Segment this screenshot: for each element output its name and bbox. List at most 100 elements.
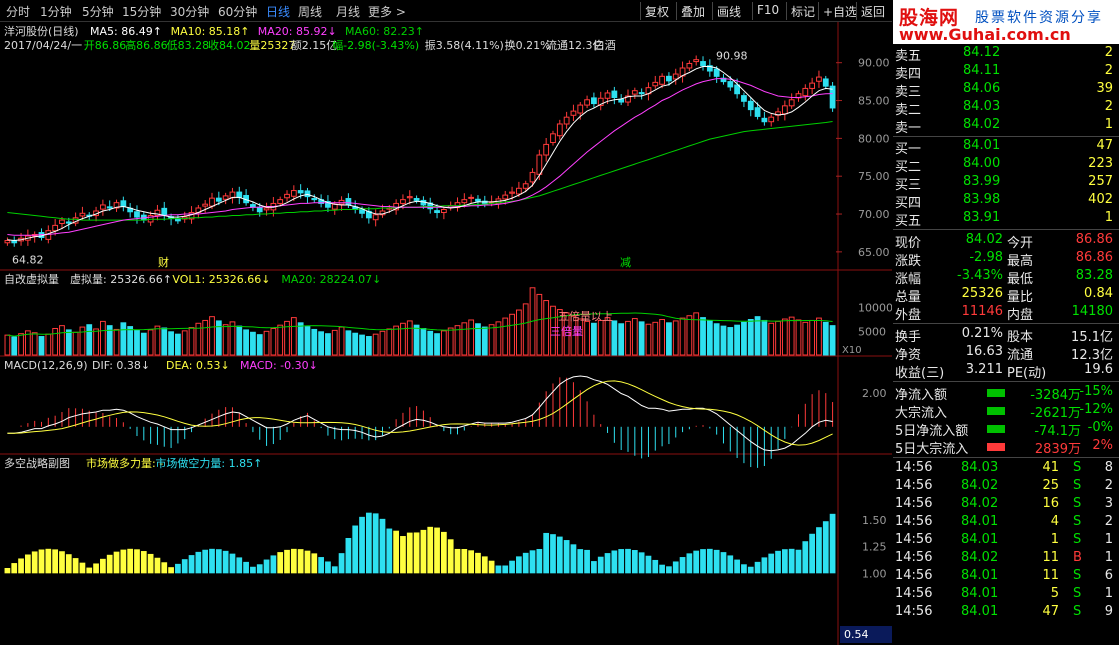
ask-level[interactable]: 卖一 84.02 1 [893,117,1119,136]
strength-bar [468,550,475,574]
period-tab[interactable]: 更多 > [368,3,406,20]
stats-row[interactable]: 收益(三) 3.211 PE(动) 19.6 [893,362,1119,381]
tick-row[interactable]: 14:56 84.03 41 S 8 [893,460,1119,478]
volume-bar [236,325,243,356]
bid-level[interactable]: 买四 83.98 402 [893,192,1119,211]
volume-bar [4,334,11,356]
candle-body [359,208,365,214]
tick-row[interactable]: 14:56 84.01 4 S 2 [893,514,1119,532]
volume-bar [652,321,659,356]
period-tab[interactable]: 周线 [298,3,322,20]
period-tab[interactable]: 60分钟 [218,3,257,20]
quote-row[interactable]: 总量 25326 量比 0.84 [893,286,1119,305]
candle-body [65,221,72,224]
stats-row[interactable]: 换手 0.21% 股本 15.1亿 [893,326,1119,345]
volume-bar [502,317,509,356]
quote-row[interactable]: 现价 84.02 今开 86.86 [893,232,1119,251]
toolbar-button[interactable]: 画线 [712,2,745,20]
strength-bar [536,548,543,574]
ask-level[interactable]: 卖五 84.12 2 [893,45,1119,64]
toolbar-button[interactable]: F10 [752,2,783,20]
stats-label: 换手 [895,330,922,345]
volume-bar [270,327,277,356]
tick-row[interactable]: 14:56 84.01 1 S 1 [893,532,1119,550]
toolbar-button[interactable]: 返回 [856,2,889,20]
volume-legend-item: 虚拟量: 25326.66↑ [70,272,172,286]
tick-row[interactable]: 14:56 84.02 25 S 2 [893,478,1119,496]
toolbar-button[interactable]: 复权 [640,2,673,20]
capital-flow-row[interactable]: 5日大宗流入 2839万 2% [893,438,1119,457]
quote-row[interactable]: 外盘 11146 内盘 14180 [893,304,1119,323]
capital-flow-row[interactable]: 净流入额 -3284万 -15% [893,384,1119,403]
flow-label: 5日净流入额 [895,424,969,439]
volume-bar [120,322,127,356]
strength-bar [331,566,338,574]
bid-level[interactable]: 买一 84.01 47 [893,138,1119,157]
tick-row[interactable]: 14:56 84.01 11 S 6 [893,568,1119,586]
volume-annotation: 三倍量 [550,324,583,338]
macd-legend-item: DEA: 0.53↓ [166,359,230,372]
strength-bar [570,544,577,574]
strength-bar [195,551,202,574]
kline-chart-area[interactable]: 洋河股份(日线) MA5: 86.49↑ MA10: 85.18↑ MA20: 85.… [0,22,892,645]
bid-level[interactable]: 买三 83.99 257 [893,174,1119,193]
high-price-label: 90.98 [716,49,748,62]
ask-level[interactable]: 卖三 84.06 39 [893,81,1119,100]
strength-bar [543,532,550,574]
strength-bar [563,540,570,574]
strategy-axis-label: 1.50 [862,514,887,527]
tick-row[interactable]: 14:56 84.02 16 S 3 [893,496,1119,514]
strength-bar [631,550,638,574]
quote-value: 83.28 [1075,268,1113,283]
volume-bar [420,327,427,356]
flow-label: 5日大宗流入 [895,442,969,457]
strength-bar [304,550,311,574]
strength-bar [379,518,386,574]
strength-bar [420,529,427,574]
candle-body [509,191,515,194]
candle-body [822,78,829,87]
order-level-label: 买四 [895,196,922,211]
candle-body [529,171,536,183]
candle-body [209,197,215,207]
volume-bar [481,326,488,356]
bid-level[interactable]: 买二 84.00 223 [893,156,1119,175]
period-tab[interactable]: 1分钟 [40,3,72,20]
period-tab[interactable]: 15分钟 [122,3,161,20]
period-tab[interactable]: 30分钟 [170,3,209,20]
strength-bar [645,555,652,574]
toolbar-button[interactable]: 标记 [786,2,819,20]
volume-bar [345,330,352,356]
strength-bar [734,559,740,574]
ask-level[interactable]: 卖二 84.03 2 [893,99,1119,118]
strength-bar [154,557,161,574]
volume-bar [741,321,747,356]
tick-row[interactable]: 14:56 84.02 11 B 1 [893,550,1119,568]
quote-row[interactable]: 涨跌 -2.98 最高 86.86 [893,250,1119,269]
tick-row[interactable]: 14:56 84.01 5 S 1 [893,586,1119,604]
quote-label: 最高 [1007,254,1034,269]
quote-row[interactable]: 涨幅 -3.43% 最低 83.28 [893,268,1119,287]
volume-bar [11,336,18,356]
order-price: 84.12 [963,45,1001,60]
capital-flow-row[interactable]: 5日净流入额 -74.1万 -0% [893,420,1119,439]
strength-bar [795,549,802,574]
period-tab[interactable]: 日线 [266,3,290,20]
period-tab[interactable]: 分时 [6,3,30,20]
ask-level[interactable]: 卖四 84.11 2 [893,63,1119,82]
capital-flow-row[interactable]: 大宗流入 -2621万 -12% [893,402,1119,421]
tick-time: 14:56 [895,550,933,565]
period-tab[interactable]: 月线 [336,3,360,20]
candle-body [563,116,570,125]
toolbar-button[interactable]: +自选 [818,2,861,20]
stats-row[interactable]: 净资 16.63 流通 12.3亿 [893,344,1119,363]
tick-row[interactable]: 14:56 84.01 47 S 9 [893,604,1119,622]
period-tab[interactable]: 5分钟 [82,3,114,20]
bid-level[interactable]: 买五 83.91 1 [893,210,1119,229]
quote-label: 外盘 [895,308,922,323]
quote-value: -2.98 [969,250,1003,265]
candle-body [134,211,140,218]
toolbar-button[interactable]: 叠加 [676,2,709,20]
strength-bar [277,552,284,574]
volume-bar [168,331,174,356]
